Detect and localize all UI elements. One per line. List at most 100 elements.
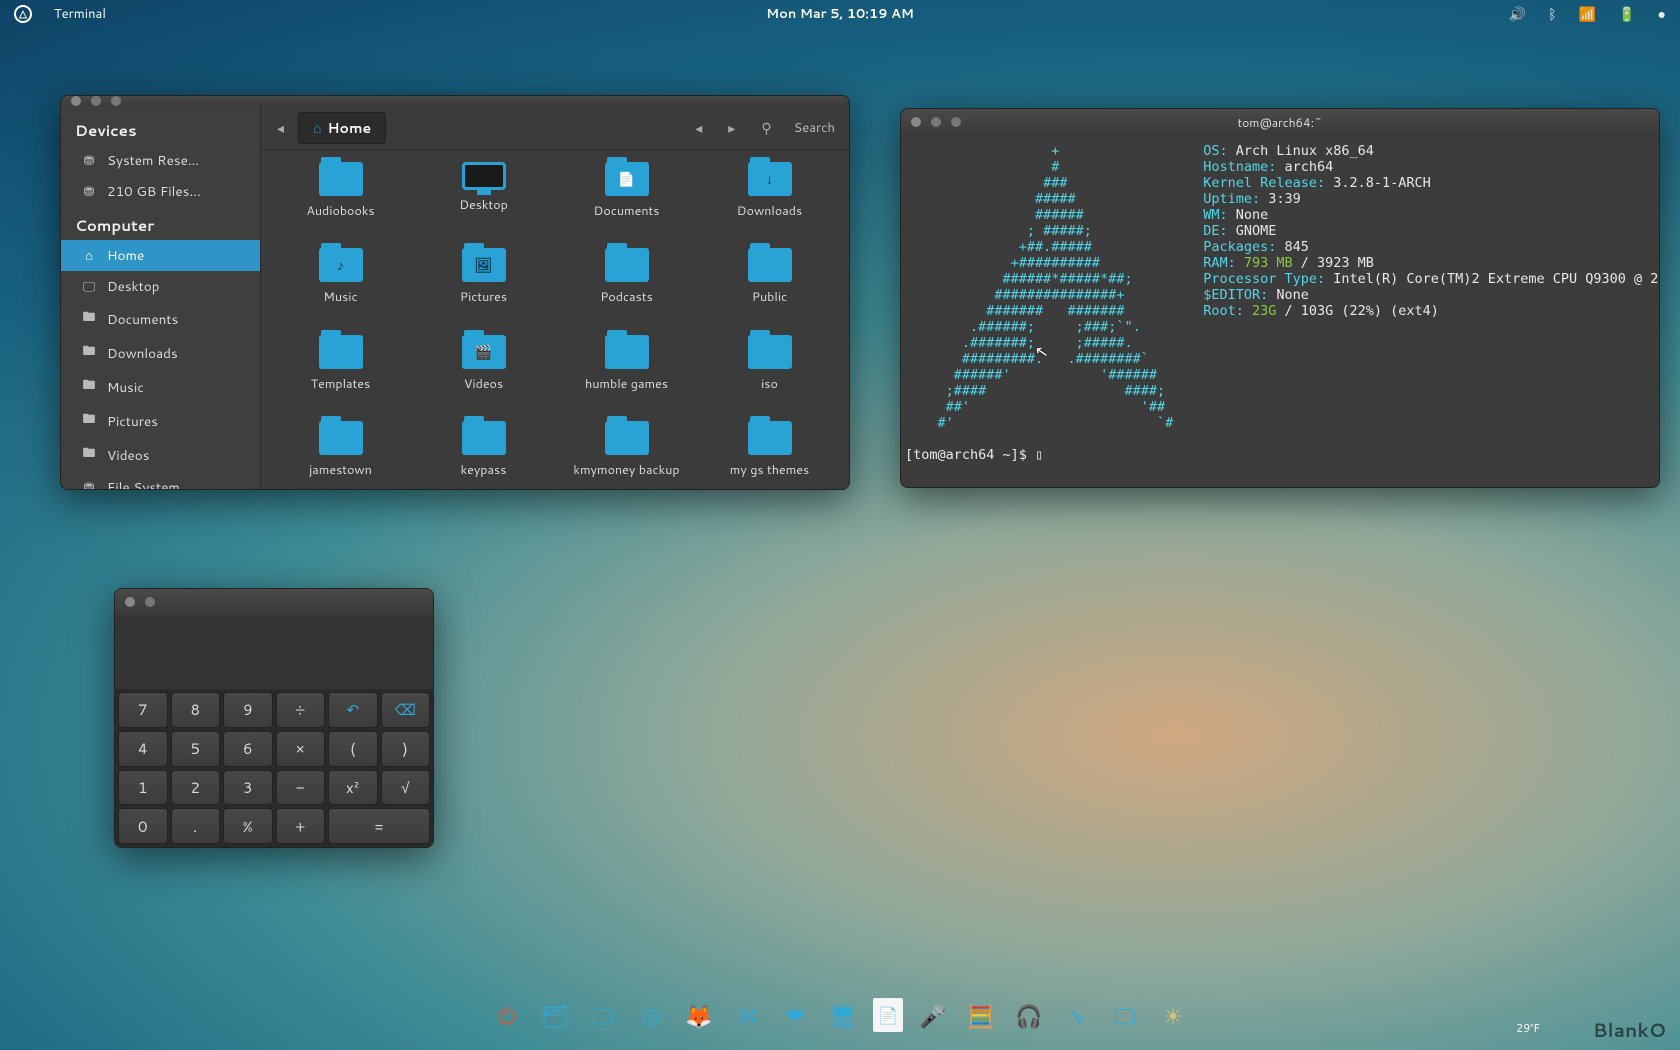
sidebar-item-home[interactable]: ⌂Home	[61, 240, 260, 271]
folder-icon	[319, 335, 363, 369]
sidebar-item-music[interactable]: 🖿Music	[61, 370, 260, 404]
sidebar-item-pictures[interactable]: 🖿Pictures	[61, 404, 260, 438]
close-icon[interactable]	[911, 117, 921, 127]
file-item-kmymoney-backup[interactable]: kmymoney backup	[555, 421, 698, 490]
dock-calc-icon[interactable]: 🧮	[963, 998, 999, 1034]
place-icon: 🖿	[81, 342, 97, 364]
file-item-keypass[interactable]: keypass	[412, 421, 555, 490]
calc-key-×[interactable]: ×	[276, 731, 326, 767]
dock-chrome-icon[interactable]: ◎	[633, 998, 669, 1034]
volume-icon[interactable]: 🔊	[1509, 4, 1526, 24]
sidebar-item-file-system[interactable]: ⛃File System	[61, 472, 260, 490]
sidebar-item-210-gb-files-[interactable]: ⛃210 GB Files…	[61, 176, 260, 207]
wifi-icon[interactable]: 📶	[1579, 4, 1596, 24]
dock-power-icon[interactable]: ⏻	[489, 998, 525, 1034]
nav-back-button[interactable]: ◂	[273, 114, 288, 142]
calc-key-([interactable]: (	[328, 731, 378, 767]
minimize-icon[interactable]	[91, 96, 101, 106]
calculator-titlebar[interactable]	[115, 589, 433, 615]
calc-key-4[interactable]: 4	[118, 731, 168, 767]
file-item-documents[interactable]: 📄Documents	[555, 162, 698, 232]
breadcrumb-home[interactable]: ⌂ Home	[298, 112, 386, 144]
calc-key-.[interactable]: .	[171, 808, 221, 844]
minimize-icon[interactable]	[145, 597, 155, 607]
calc-key-7[interactable]: 7	[118, 692, 168, 728]
maximize-icon[interactable]	[951, 117, 961, 127]
calc-key-5[interactable]: 5	[171, 731, 221, 767]
file-item-downloads[interactable]: ↓Downloads	[698, 162, 841, 232]
file-item-templates[interactable]: Templates	[269, 335, 412, 405]
dock-envelope-icon[interactable]: ✉	[729, 998, 765, 1034]
clock[interactable]: Mon Mar 5, 10:19 AM	[766, 5, 914, 23]
calc-key-0[interactable]: 0	[118, 808, 168, 844]
search-label[interactable]: Search	[794, 119, 835, 137]
file-item-music[interactable]: ♪Music	[269, 248, 412, 318]
file-manager-titlebar[interactable]	[61, 96, 849, 106]
close-icon[interactable]	[71, 96, 81, 106]
calc-key-=[interactable]: =	[328, 808, 430, 844]
calc-key-6[interactable]: 6	[223, 731, 273, 767]
file-item-audiobooks[interactable]: Audiobooks	[269, 162, 412, 232]
calc-key-↶[interactable]: ↶	[328, 692, 378, 728]
sidebar-item-desktop[interactable]: 🖵Desktop	[61, 271, 260, 302]
nav-prev-button[interactable]: ◂	[691, 114, 706, 142]
dock-text-icon[interactable]: 📄	[873, 998, 903, 1032]
dock-firefox-icon[interactable]: 🦊	[681, 998, 717, 1034]
focused-app-label[interactable]: Terminal	[54, 5, 106, 23]
bluetooth-icon[interactable]: ᛒ	[1548, 4, 1556, 24]
calc-key-2[interactable]: 2	[171, 770, 221, 806]
search-icon[interactable]: ⚲	[757, 114, 775, 142]
close-icon[interactable]	[125, 597, 135, 607]
top-panel: △ Terminal Mon Mar 5, 10:19 AM 🔊 ᛒ 📶 🔋 ●	[0, 0, 1680, 28]
battery-icon[interactable]: 🔋	[1618, 4, 1635, 24]
nav-next-button[interactable]: ▸	[724, 114, 739, 142]
file-item-iso[interactable]: iso	[698, 335, 841, 405]
sidebar-item-system-rese-[interactable]: ⛃System Rese…	[61, 145, 260, 176]
file-item-jamestown[interactable]: jamestown	[269, 421, 412, 490]
file-item-humble-games[interactable]: humble games	[555, 335, 698, 405]
calc-key-8[interactable]: 8	[171, 692, 221, 728]
dock-pulse-icon[interactable]: ∿	[1059, 998, 1095, 1034]
sidebar-item-label: Videos	[107, 446, 149, 465]
minimize-icon[interactable]	[931, 117, 941, 127]
calc-key-1[interactable]: 1	[118, 770, 168, 806]
calc-key-3[interactable]: 3	[223, 770, 273, 806]
dock-mic-icon[interactable]: 🎤	[915, 998, 951, 1034]
calc-key-÷[interactable]: ÷	[276, 692, 326, 728]
file-item-my-gs-themes[interactable]: my gs themes	[698, 421, 841, 490]
dock-files-icon[interactable]: 🗂	[537, 998, 573, 1034]
dock-monitor-icon[interactable]: 🖥	[825, 998, 861, 1034]
sidebar-item-documents[interactable]: 🖿Documents	[61, 302, 260, 336]
calc-key-√[interactable]: √	[381, 770, 431, 806]
calc-key-9[interactable]: 9	[223, 692, 273, 728]
calc-key-+[interactable]: +	[276, 808, 326, 844]
sidebar-item-videos[interactable]: 🖿 Videos	[61, 438, 260, 472]
terminal-titlebar[interactable]: tom@arch64:~	[901, 109, 1659, 135]
calc-key-x²[interactable]: x²	[328, 770, 378, 806]
folder-icon	[605, 421, 649, 455]
file-item-label: Downloads	[737, 202, 802, 220]
sidebar-item-label: Music	[107, 378, 144, 397]
terminal-output[interactable]: + # ### ##### ###### ; #####; +##.##### …	[901, 135, 1659, 487]
file-item-public[interactable]: Public	[698, 248, 841, 318]
file-item-videos[interactable]: 🎬Videos	[412, 335, 555, 405]
dock-weather-icon[interactable]: ☀	[1155, 998, 1191, 1034]
calc-key-−[interactable]: −	[276, 770, 326, 806]
dock-display-icon[interactable]: 🖵	[1107, 998, 1143, 1034]
activities-logo[interactable]: △	[14, 5, 32, 23]
dock-headset-icon[interactable]: 🎧	[1011, 998, 1047, 1034]
dock-mail-icon[interactable]: 🖵	[585, 998, 621, 1034]
file-item-desktop[interactable]: Desktop	[412, 162, 555, 232]
sidebar-item-downloads[interactable]: 🖿Downloads	[61, 336, 260, 370]
sidebar-header-devices: Devices	[61, 112, 260, 145]
dock-chat-icon[interactable]: ❤	[777, 998, 813, 1034]
calc-key-%[interactable]: %	[223, 808, 273, 844]
user-menu-icon[interactable]: ●	[1658, 4, 1666, 24]
calc-key-)[interactable]: )	[381, 731, 431, 767]
file-item-podcasts[interactable]: Podcasts	[555, 248, 698, 318]
maximize-icon[interactable]	[111, 96, 121, 106]
folder-icon	[748, 421, 792, 455]
place-icon: 🖿	[81, 444, 97, 466]
file-item-pictures[interactable]: 🖼Pictures	[412, 248, 555, 318]
calc-key-⌫[interactable]: ⌫	[381, 692, 431, 728]
